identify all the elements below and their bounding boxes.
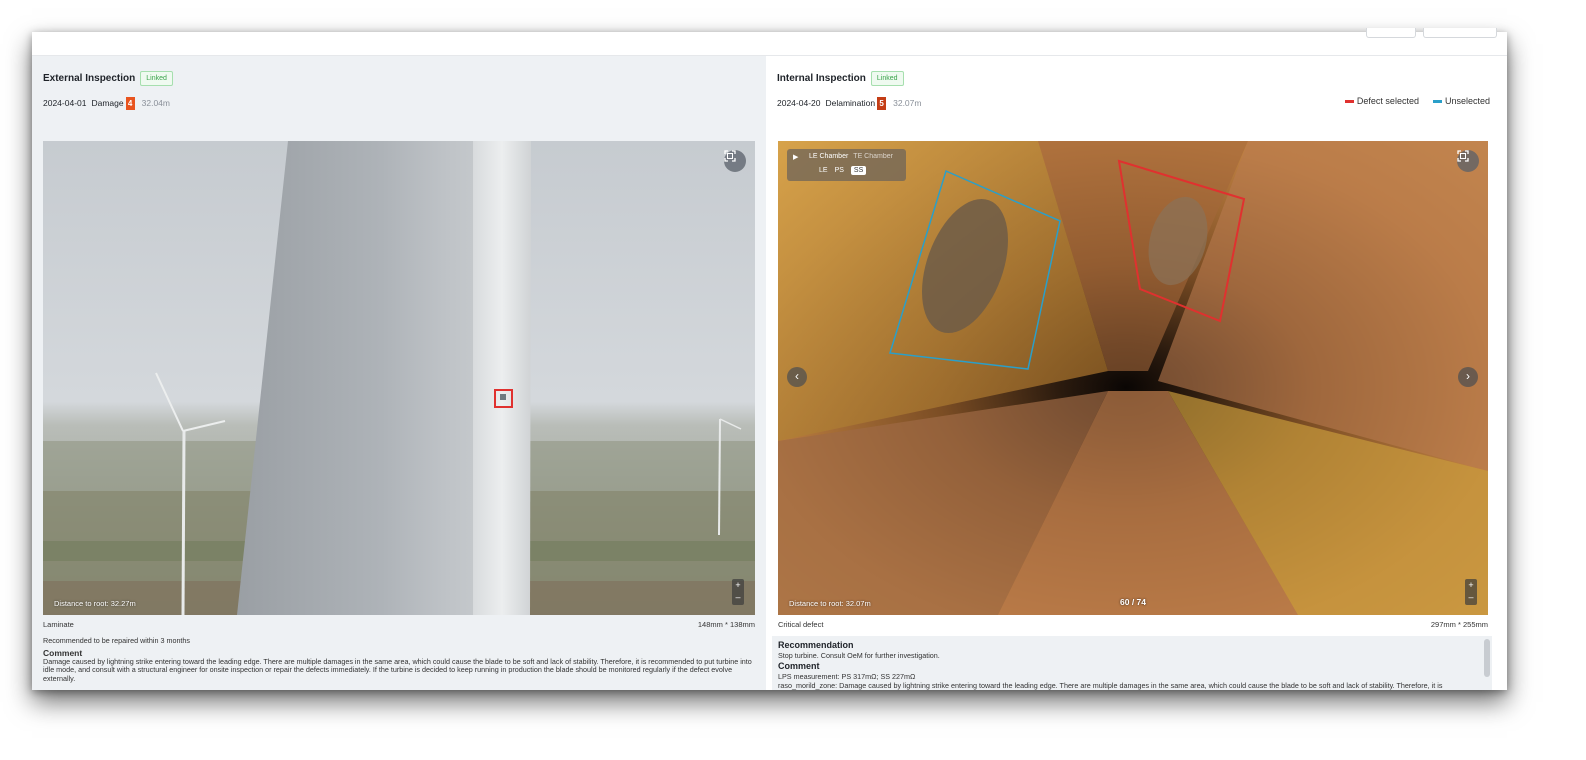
panel-title: External Inspection [43, 72, 136, 84]
toolbar-button[interactable] [1423, 28, 1497, 38]
zoom-control[interactable]: + – [732, 579, 744, 605]
internal-photo-scene [778, 141, 1488, 615]
tab-te-chamber[interactable]: TE Chamber [853, 153, 893, 160]
comment-text: raso_morild_zone: Damage caused by light… [778, 681, 1443, 690]
linked-badge: Linked [870, 70, 904, 86]
top-toolbar [32, 28, 1507, 56]
play-icon[interactable]: ▶ [793, 153, 798, 161]
details-scrollbar[interactable] [1484, 639, 1490, 677]
defect-meta: 2024-04-01 Damage 4 32.04m [43, 96, 170, 110]
comment-heading: Comment [778, 661, 820, 671]
defect-caption: Critical defect 297mm * 255mm [778, 620, 1488, 632]
inspection-date: 2024-04-01 [43, 98, 87, 108]
internal-title-row: Internal Inspection Linked [777, 69, 904, 87]
zoom-out-icon[interactable]: – [1465, 591, 1477, 603]
recommendation-text: Recommended to be repaired within 3 mont… [43, 636, 191, 645]
chamber-selector: ▶ LE Chamber TE Chamber LE PS SS [787, 149, 906, 181]
lps-measurement: LPS measurement: PS 317mΩ; SS 227mΩ [778, 672, 916, 681]
defect-caption: Laminate 148mm * 138mm [43, 620, 755, 632]
legend-selected-label: Defect selected [1356, 96, 1419, 106]
fullscreen-icon[interactable] [1457, 150, 1479, 172]
chamber-ps[interactable]: PS [835, 167, 844, 174]
defect-meta: 2024-04-20 Delamination 5 32.07m [777, 96, 921, 110]
defect-legend: Defect selected Unselected [1331, 96, 1490, 106]
toolbar-button[interactable] [1366, 28, 1416, 38]
unselected-swatch [1432, 99, 1442, 103]
tab-le-chamber[interactable]: LE Chamber [809, 153, 848, 160]
defect-distance: 32.07m [893, 98, 922, 108]
defect-size: 148mm * 138mm [697, 620, 755, 629]
linked-badge: Linked [140, 70, 173, 86]
external-title-row: External Inspection Linked [43, 69, 173, 87]
defect-distance: 32.04m [141, 98, 170, 108]
internal-inspection-panel: Internal Inspection Linked 2024-04-20 De… [766, 56, 1507, 690]
chevron-right-icon[interactable]: › [1458, 367, 1478, 387]
inspection-window: External Inspection Linked 2024-04-01 Da… [32, 28, 1507, 690]
comment-text: Damage caused by lightning strike enteri… [43, 656, 752, 684]
inspection-date: 2024-04-20 [777, 98, 821, 108]
selected-swatch [1344, 99, 1354, 103]
legend-selected: Defect selected [1344, 96, 1419, 106]
fullscreen-icon[interactable] [724, 150, 746, 172]
external-inspection-panel: External Inspection Linked 2024-04-01 Da… [32, 56, 766, 690]
severity-badge: 4 [125, 96, 135, 110]
internal-photo[interactable]: ▶ LE Chamber TE Chamber LE PS SS ‹ › + – [778, 141, 1488, 615]
classification-label: Critical defect [778, 620, 824, 629]
recommendation-text: Stop turbine. Consult OeM for further in… [778, 651, 940, 660]
zoom-out-icon[interactable]: – [732, 591, 744, 603]
legend-unselected: Unselected [1432, 96, 1490, 106]
chamber-ss[interactable]: SS [850, 166, 867, 175]
layer-label: Laminate [43, 620, 74, 629]
distance-overlay: Distance to root: 32.07m [789, 599, 871, 608]
chevron-left-icon[interactable]: ‹ [787, 367, 807, 387]
external-photo-scene [43, 141, 755, 615]
defect-type: Delamination [825, 98, 876, 108]
internal-details[interactable]: Recommendation Stop turbine. Consult OeM… [772, 636, 1492, 690]
distance-overlay: Distance to root: 32.27m [54, 599, 136, 608]
external-photo[interactable]: + – Distance to root: 32.27m [43, 141, 755, 615]
panel-title: Internal Inspection [777, 72, 866, 84]
zoom-in-icon[interactable]: + [732, 579, 744, 591]
zoom-control[interactable]: + – [1465, 579, 1477, 605]
defect-type: Damage [91, 98, 124, 108]
legend-unselected-label: Unselected [1444, 96, 1490, 106]
recommendation-heading: Recommendation [778, 640, 854, 650]
chamber-le[interactable]: LE [819, 167, 828, 174]
severity-badge: 5 [877, 96, 887, 110]
external-details: Recommended to be repaired within 3 mont… [43, 636, 755, 684]
defect-size: 297mm * 255mm [1430, 620, 1488, 629]
image-counter: 60 / 74 [1120, 597, 1146, 607]
zoom-in-icon[interactable]: + [1465, 579, 1477, 591]
